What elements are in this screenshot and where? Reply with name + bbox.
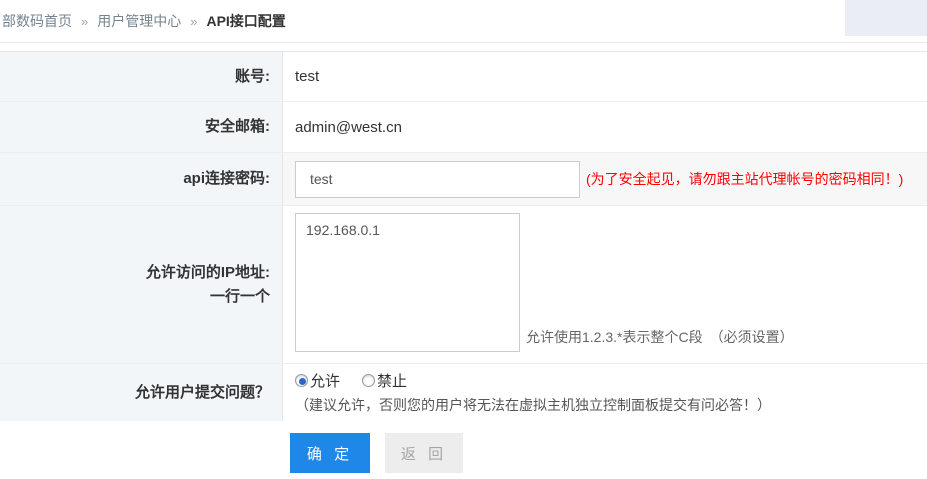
allowed-ips-cell: 192.168.0.1 允许使用1.2.3.*表示整个C段 （必须设置） (283, 206, 927, 363)
breadcrumb-separator-icon: » (81, 14, 88, 29)
allowed-ips-row: 允许访问的IP地址: 一行一个 192.168.0.1 允许使用1.2.3.*表… (0, 206, 927, 364)
allow-questions-hint: （建议允许，否则您的用户将无法在虚拟主机独立控制面板提交有问必答！） (295, 395, 771, 415)
breadcrumb: 部数码首页 » 用户管理中心 » API接口配置 (0, 0, 845, 42)
api-password-warning: (为了安全起见，请勿跟主站代理帐号的密码相同！) (586, 169, 903, 189)
outer-page-corner (845, 0, 927, 36)
email-row: 安全邮箱: admin@west.cn (0, 102, 927, 153)
account-row: 账号: test (0, 52, 927, 102)
allow-questions-label-text: 允许用户提交问题？ (135, 381, 270, 405)
breadcrumb-current-page: API接口配置 (206, 11, 285, 31)
breadcrumb-home-link[interactable]: 部数码首页 (2, 11, 72, 31)
account-value-cell: test (283, 52, 927, 101)
radio-unselected-icon[interactable] (362, 374, 375, 387)
api-password-label-text: api连接密码: (183, 167, 270, 191)
allowed-ips-label: 允许访问的IP地址: 一行一个 (0, 206, 283, 363)
allow-questions-row: 允许用户提交问题？ 允许 禁止 （建议允许，否则您的用户将无法在虚拟主机独立控制… (0, 364, 927, 422)
allowed-ips-textarea[interactable]: 192.168.0.1 (295, 213, 520, 352)
account-label-text: 账号: (235, 65, 270, 89)
api-password-input[interactable] (295, 161, 580, 198)
radio-allow-label: 允许 (310, 370, 340, 391)
api-password-label: api连接密码: (0, 153, 283, 205)
api-config-page: 部数码首页 » 用户管理中心 » API接口配置 账号: test 安全邮箱: … (0, 0, 927, 479)
radio-forbid-label: 禁止 (377, 370, 407, 391)
allow-questions-radio-group: 允许 禁止 (295, 370, 429, 391)
api-config-form: 账号: test 安全邮箱: admin@west.cn api连接密码: (为… (0, 51, 927, 422)
allowed-ips-hint: 允许使用1.2.3.*表示整个C段 （必须设置） (526, 327, 794, 347)
api-password-cell: (为了安全起见，请勿跟主站代理帐号的密码相同！) (283, 153, 927, 205)
allow-questions-label: 允许用户提交问题？ (0, 364, 283, 421)
radio-selected-icon[interactable] (295, 374, 308, 387)
breadcrumb-separator-icon: » (190, 14, 197, 29)
radio-option-allow[interactable]: 允许 (295, 370, 340, 391)
api-password-row: api连接密码: (为了安全起见，请勿跟主站代理帐号的密码相同！) (0, 153, 927, 206)
email-label: 安全邮箱: (0, 102, 283, 152)
confirm-button[interactable]: 确 定 (290, 433, 370, 473)
email-value-cell: admin@west.cn (283, 102, 927, 152)
allowed-ips-label-line1: 允许访问的IP地址: (146, 261, 270, 285)
allow-questions-cell: 允许 禁止 （建议允许，否则您的用户将无法在虚拟主机独立控制面板提交有问必答！） (283, 364, 927, 421)
breadcrumb-user-center-link[interactable]: 用户管理中心 (97, 11, 181, 31)
account-value: test (295, 68, 319, 85)
email-value: admin@west.cn (295, 119, 402, 136)
account-label: 账号: (0, 52, 283, 101)
back-button[interactable]: 返 回 (385, 433, 463, 473)
footer-actions: 确 定 返 回 (0, 421, 927, 479)
allowed-ips-label-line2: 一行一个 (210, 285, 270, 309)
radio-option-forbid[interactable]: 禁止 (362, 370, 407, 391)
breadcrumb-divider (0, 42, 927, 43)
email-label-text: 安全邮箱: (205, 115, 270, 139)
